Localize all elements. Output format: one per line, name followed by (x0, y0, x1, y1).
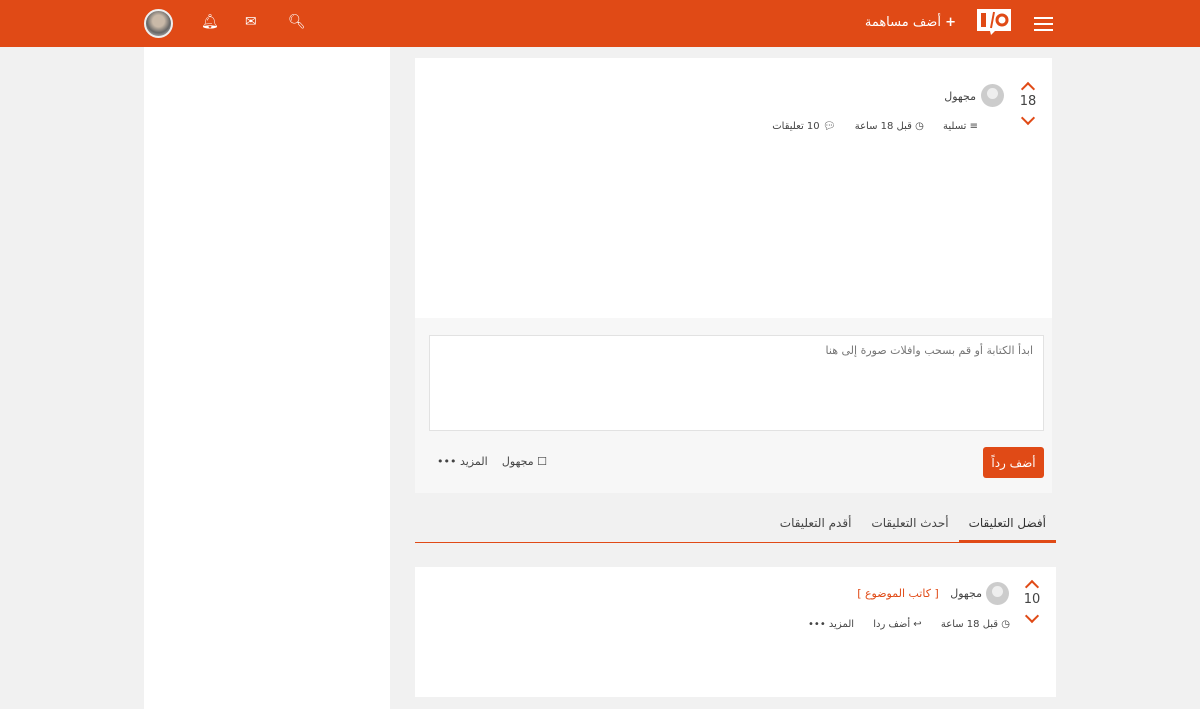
user-avatar[interactable] (144, 9, 173, 38)
add-contribution-label: أضف مساهمة (864, 15, 941, 30)
more-options-button[interactable]: المزيد ••• (437, 455, 488, 468)
anonymous-checkbox[interactable]: ☐ مجهول (494, 455, 547, 468)
search-icon[interactable]: 🔍︎ (288, 14, 306, 30)
time-label: قبل 18 ساعة (854, 121, 912, 132)
author-avatar (986, 582, 1009, 605)
comment-vote: 10 (1022, 579, 1042, 624)
post-vote: 18 (1018, 81, 1038, 126)
comment-sort-tabs: أفضل التعليقات أحدث التعليقات أقدم التعل… (415, 505, 1056, 543)
tab-newest-comments[interactable]: أحدث التعليقات (861, 505, 958, 542)
add-reply-button[interactable]: أضف رداً (983, 447, 1044, 478)
comments-link[interactable]: 💬︎ 10 تعليقات (764, 121, 835, 132)
comment-author[interactable]: مجهول (950, 587, 982, 600)
author-avatar (981, 84, 1004, 107)
reply-link[interactable]: ↩ أضف ردا (865, 619, 921, 630)
site-logo[interactable] (977, 9, 1011, 35)
vote-count: 18 (1019, 94, 1037, 109)
top-nav-bar: + أضف مساهمة 🔍︎ ✉ 🔔︎ (0, 0, 1200, 47)
post-author[interactable]: مجهول (944, 90, 976, 103)
reply-composer: أضف رداً ☐ مجهول المزيد ••• (415, 318, 1052, 493)
reply-input[interactable] (429, 335, 1044, 431)
envelope-icon[interactable]: ✉ (245, 14, 257, 30)
vote-count: 10 (1023, 592, 1041, 607)
post-card: 18 مجهول ≡ تسلية ◷ قبل 18 ساعة 💬︎ 10 تعل… (415, 58, 1052, 318)
category-label: تسلية (943, 121, 967, 132)
comment-time: ◷ قبل 18 ساعة (940, 619, 1010, 630)
anonymous-label: مجهول (501, 455, 534, 468)
sidebar (144, 47, 390, 709)
time-label: قبل 18 ساعة (940, 619, 999, 630)
reply-label: أضف ردا (873, 619, 911, 630)
tab-best-comments[interactable]: أفضل التعليقات (958, 505, 1056, 542)
category-link[interactable]: ≡ تسلية (935, 121, 978, 132)
comments-label: 10 تعليقات (772, 121, 820, 132)
bell-icon[interactable]: 🔔︎ (201, 14, 219, 30)
add-contribution-button[interactable]: + أضف مساهمة (865, 15, 956, 30)
author-badge: [ كاتب الموضوع ] (857, 587, 939, 600)
tab-oldest-comments[interactable]: أقدم التعليقات (770, 505, 862, 542)
post-time: ◷ قبل 18 ساعة (854, 121, 924, 132)
menu-icon[interactable] (1034, 17, 1053, 35)
comment-card: 10 مجهول [ كاتب الموضوع ] ◷ قبل 18 ساعة … (415, 567, 1056, 697)
downvote-icon[interactable] (1020, 110, 1036, 126)
downvote-icon[interactable] (1024, 608, 1040, 624)
more-link[interactable]: المزيد ••• (808, 619, 854, 630)
